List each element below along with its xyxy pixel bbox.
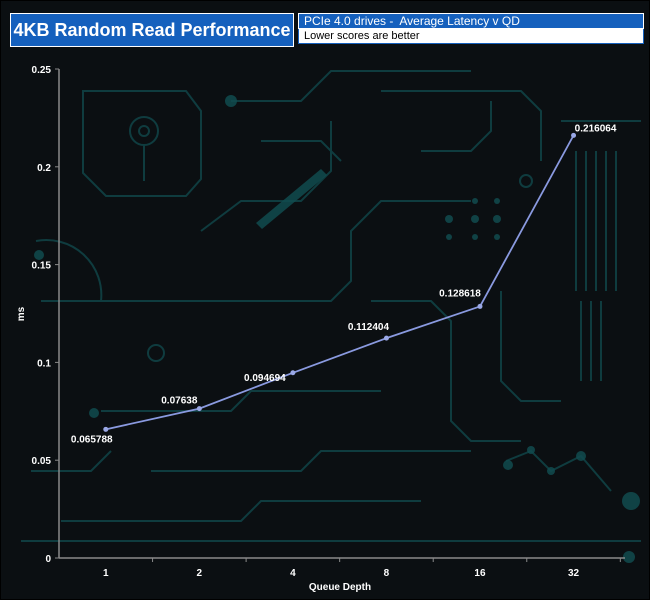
x-tick-label: 1: [103, 568, 109, 579]
x-tick-label: 32: [568, 568, 580, 579]
y-tick-label: 0.25: [32, 65, 52, 76]
data-label: 0.07638: [161, 396, 198, 407]
data-point: [103, 426, 109, 432]
series-latency: 0.065788 0.07638 0.094694 0.112404 0.128618 0…: [71, 123, 617, 445]
x-axis-ticks: 1 2 4 8 16 32: [103, 558, 621, 579]
y-axis-ticks: 0 0.05 0.1 0.15 0.2 0.25: [32, 65, 59, 565]
x-tick-label: 2: [197, 568, 203, 579]
x-tick-label: 4: [290, 568, 296, 579]
y-tick-label: 0: [45, 554, 51, 565]
data-label: 0.128618: [439, 288, 481, 299]
data-label: 0.094694: [244, 373, 286, 384]
data-point: [196, 406, 202, 412]
data-label: 0.112404: [348, 322, 390, 333]
line-chart: 00.050.10.150.20.25 1 2 4 8 16 32 0.0657880.0…: [16, 65, 625, 593]
data-label: 0.216064: [575, 123, 617, 134]
data-point: [290, 370, 296, 376]
data-point: [383, 335, 389, 341]
x-tick-label: 8: [384, 568, 390, 579]
x-axis-label: Queue Depth: [309, 582, 371, 593]
y-axis-label: ms: [16, 306, 27, 321]
chart-frame: 4KB Random Read Performance PCIe 4.0 dri…: [0, 0, 650, 600]
y-tick-label: 0.05: [32, 456, 52, 467]
y-tick-label: 0.15: [32, 261, 52, 272]
y-tick-label: 0.1: [37, 358, 51, 369]
y-tick-label: 0.2: [37, 163, 51, 174]
data-point: [477, 303, 483, 309]
x-tick-label: 16: [474, 568, 486, 579]
chart-axes: [58, 69, 625, 559]
series-line: [105, 134, 575, 431]
data-label: 0.065788: [71, 434, 113, 445]
